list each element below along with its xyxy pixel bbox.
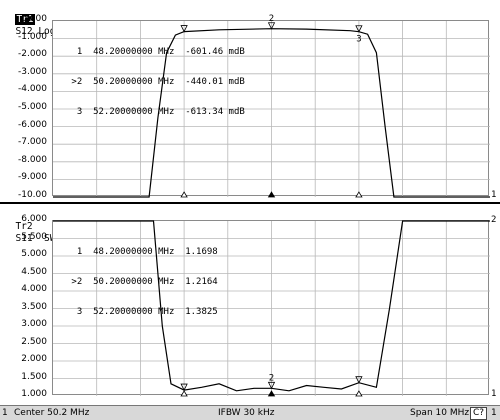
span-setting[interactable]: Span 10 MHz <box>410 406 469 420</box>
ifbw-setting[interactable]: IFBW 30 kHz <box>218 406 274 420</box>
trace2-marker-table: 1 48.20000000 MHz 1.1698 >2 50.20000000 … <box>66 227 218 327</box>
trace1-marker-table: 1 48.20000000 MHz -601.46 mdB >2 50.2000… <box>66 27 245 127</box>
y-tick-label: 4.000 <box>21 284 47 294</box>
marker-label-2: 2 <box>269 14 274 24</box>
y-tick-label: -9.000 <box>17 172 47 183</box>
marker-row: >2 50.20000000 MHz -440.01 mdB <box>66 77 245 87</box>
marker-row: 3 52.20000000 MHz 1.3825 <box>66 307 218 317</box>
vna-screen: { "trace1": { "tag": "Tr1", "header": "S… <box>0 0 500 420</box>
y-tick-label: 5.000 <box>21 249 47 259</box>
trace1-header[interactable]: Tr1 S12 Log Mag 1.000dB/ Ref 0.000dB [RT… <box>4 2 227 37</box>
y-tick-label: -8.000 <box>17 154 47 165</box>
y-tick-label: 1.500 <box>21 371 47 382</box>
y-tick-label: -3.000 <box>17 66 47 77</box>
marker-row: 1 48.20000000 MHz 1.1698 <box>66 247 218 257</box>
status-bar: 1 Center 50.2 MHz IFBW 30 kHz Span 10 MH… <box>0 405 500 420</box>
y-tick-label: -6.000 <box>17 119 47 130</box>
axis-marker-1 <box>180 191 188 198</box>
y-tick-label: 3.500 <box>21 301 47 312</box>
y-tick-label: 3.000 <box>21 319 47 329</box>
marker-flag-3: 3 <box>356 35 361 45</box>
y-tick-label: -4.000 <box>17 84 47 95</box>
status-end-index: 1 <box>491 408 497 418</box>
trace2-right-index-top: 2 <box>491 215 497 225</box>
marker-row: 1 48.20000000 MHz -601.46 mdB <box>66 47 245 57</box>
axis-marker-2 <box>267 390 276 397</box>
trace1-right-index: 1 <box>491 190 497 200</box>
y-tick-label: 0.000 <box>21 14 47 24</box>
center-frequency[interactable]: Center 50.2 MHz <box>14 406 89 420</box>
axis-marker-3 <box>355 191 363 198</box>
y-tick-label: 6.000 <box>21 214 47 224</box>
y-tick-label: -5.000 <box>17 102 47 112</box>
calibration-status[interactable]: C? <box>470 407 488 420</box>
y-tick-label: -1.000 <box>17 31 47 42</box>
y-tick-label: -10.00 <box>17 190 47 200</box>
marker-label-2: 2 <box>269 373 274 383</box>
y-tick-label: 4.500 <box>21 266 47 277</box>
trace2-right-index-bottom: 1 <box>491 389 497 399</box>
y-tick-label: 2.000 <box>21 354 47 364</box>
axis-marker-1 <box>180 390 188 397</box>
marker-row: 3 52.20000000 MHz -613.34 mdB <box>66 107 245 117</box>
y-tick-label: 2.500 <box>21 336 47 347</box>
y-tick-label: -7.000 <box>17 137 47 148</box>
axis-marker-3 <box>355 390 363 397</box>
y-tick-label: -2.000 <box>17 49 47 60</box>
marker-row: >2 50.20000000 MHz 1.2164 <box>66 277 218 287</box>
channel-divider <box>0 202 500 204</box>
y-tick-label: 5.500 <box>21 231 47 242</box>
channel-number[interactable]: 1 <box>2 406 8 420</box>
axis-marker-2 <box>267 191 276 198</box>
y-tick-label: 1.000 <box>21 389 47 399</box>
